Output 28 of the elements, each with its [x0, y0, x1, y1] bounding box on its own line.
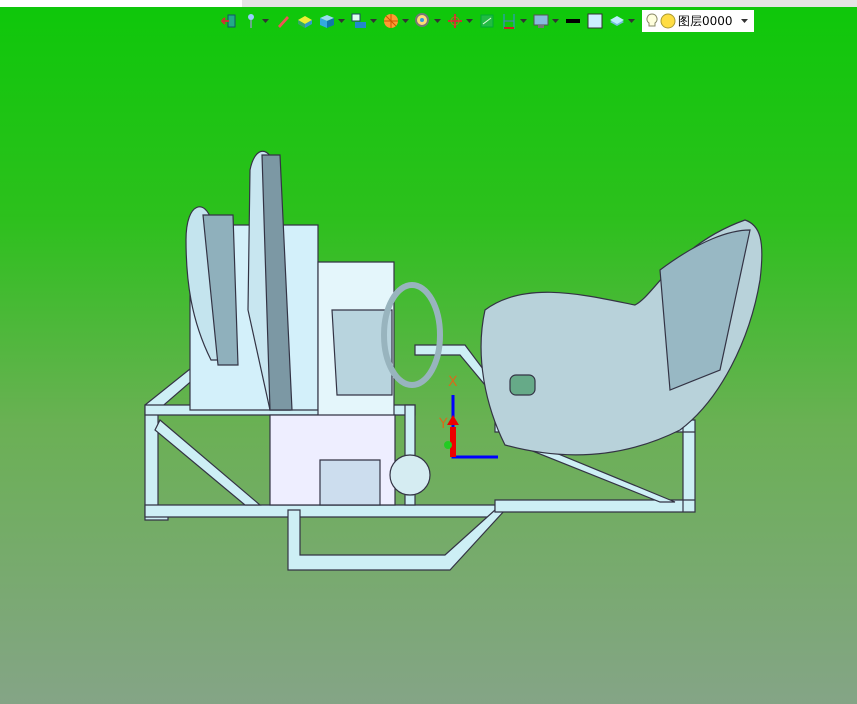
box-icon	[297, 13, 313, 29]
caret-icon	[552, 18, 559, 24]
caret-icon	[628, 18, 635, 24]
exit-icon	[221, 13, 237, 29]
caret-icon	[466, 18, 473, 24]
square-icon	[479, 13, 495, 29]
crosshair-icon	[447, 13, 463, 29]
frame-icon	[501, 13, 517, 29]
layer-dropdown[interactable]: 图层0000	[642, 10, 754, 32]
caret-icon	[520, 18, 527, 24]
magnifier-icon	[415, 13, 431, 29]
cube-icon	[319, 13, 335, 29]
caret-icon	[338, 18, 345, 24]
caret-icon	[434, 18, 441, 24]
caret-icon	[370, 18, 377, 24]
layers-icon	[609, 13, 625, 29]
pen-icon	[275, 13, 291, 29]
lightbulb-icon	[646, 13, 658, 29]
ball-icon	[383, 13, 399, 29]
caret-icon	[402, 18, 409, 24]
monitor-icon	[533, 13, 549, 29]
square-icon	[587, 13, 603, 29]
caret-icon	[262, 18, 269, 24]
axis-label: Y	[439, 416, 448, 432]
sun-icon	[660, 13, 676, 29]
caret-icon	[741, 18, 748, 24]
window-icon	[351, 13, 367, 29]
axis-label: X	[448, 374, 458, 390]
